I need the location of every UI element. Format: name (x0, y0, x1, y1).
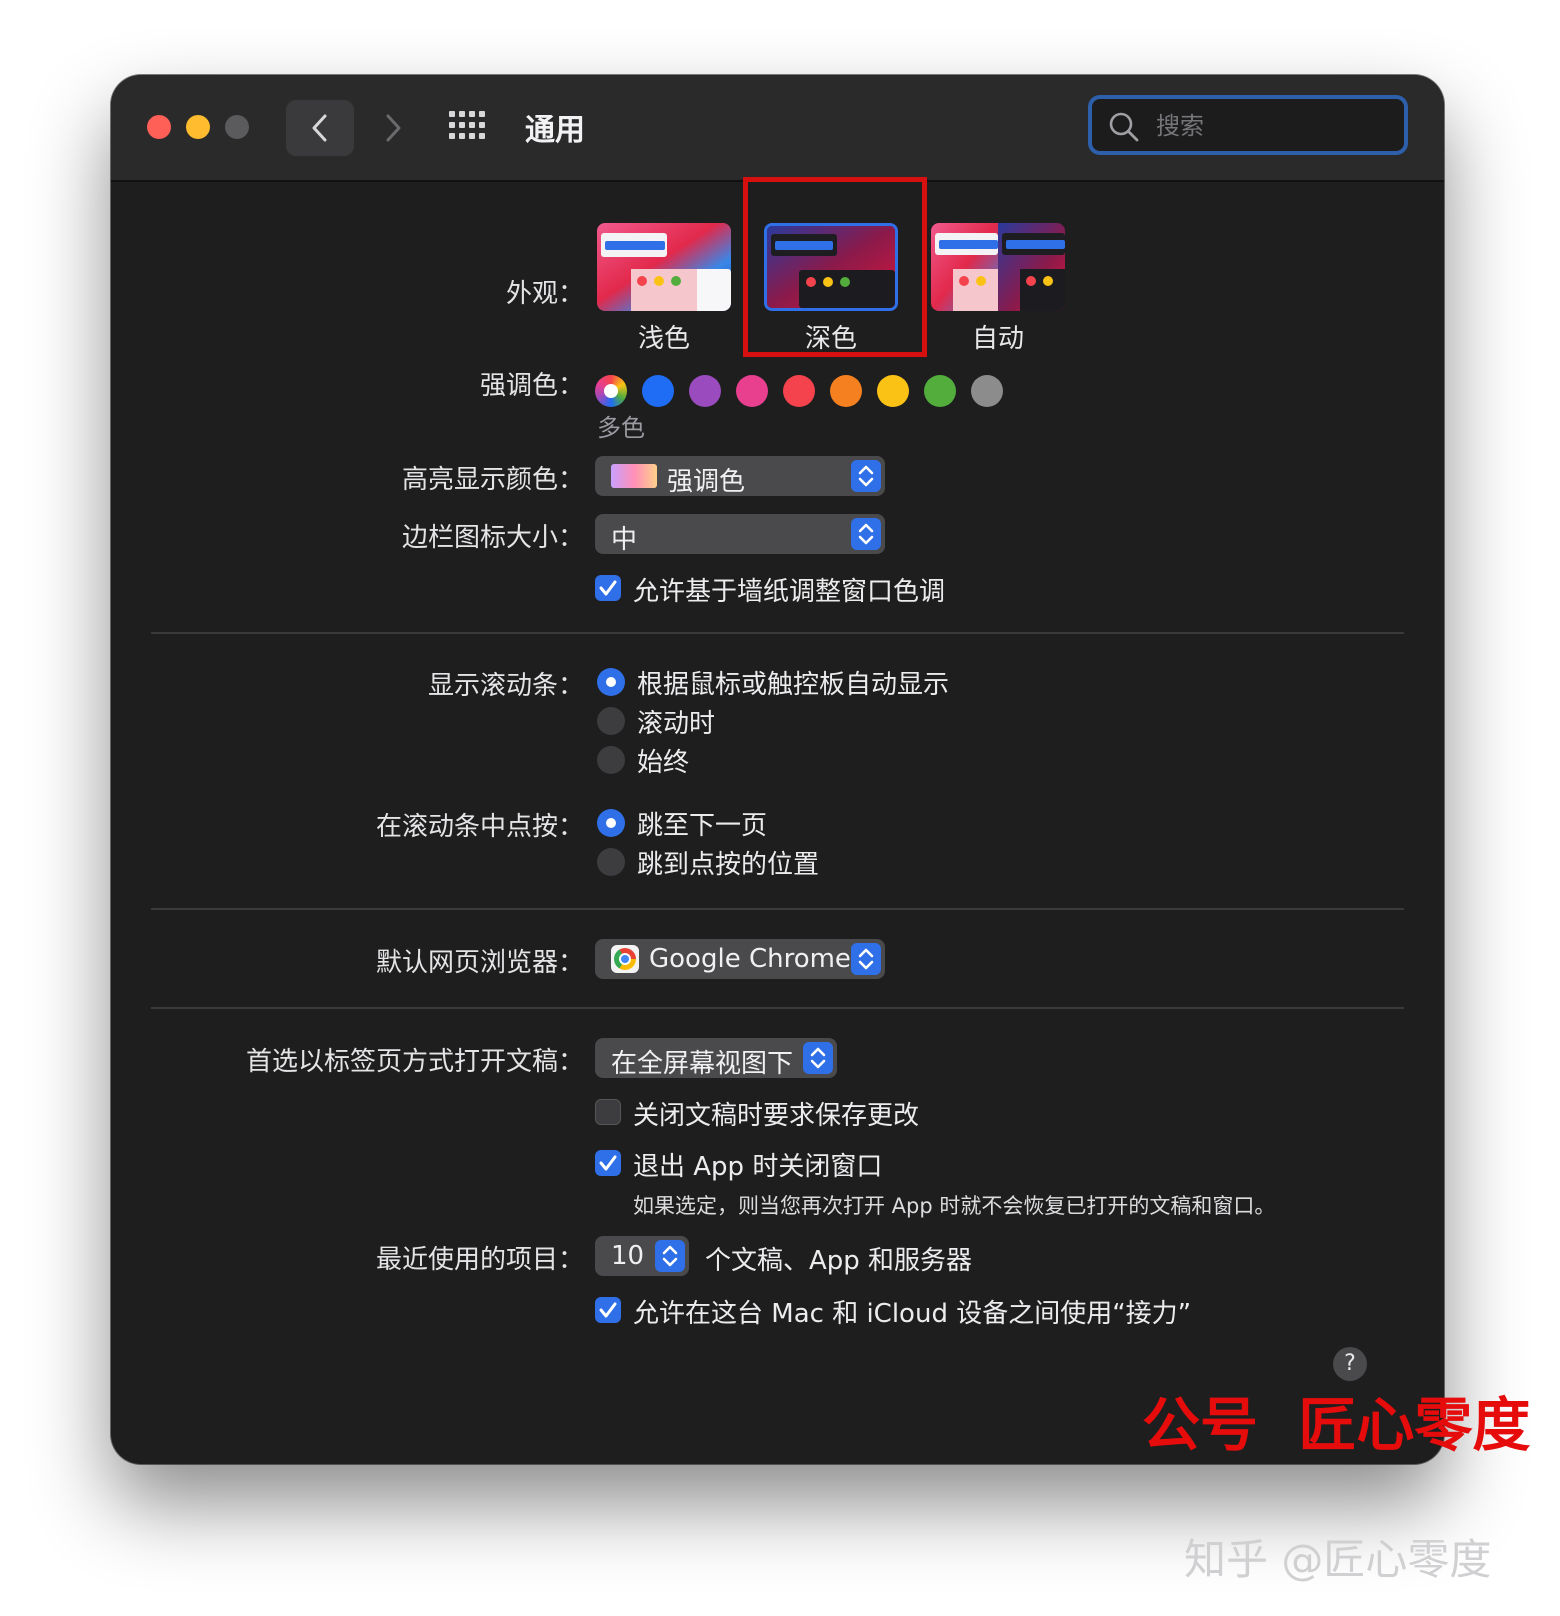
system-preferences-window: 通用 外观： 浅色 (111, 75, 1444, 1464)
accent-graphite-swatch[interactable] (971, 375, 1003, 407)
prefer-tabs-popup[interactable]: 在全屏幕视图下 (595, 1038, 837, 1079)
default-browser-value: Google Chrome (649, 944, 851, 974)
sidebar-icon-size-value: 中 (611, 525, 638, 555)
prefer-tabs-value: 在全屏幕视图下 (611, 1049, 794, 1079)
accent-orange-swatch[interactable] (830, 375, 862, 407)
recent-items-label: 最近使用的项目： (375, 1245, 584, 1275)
recent-items-value: 10 (611, 1241, 645, 1271)
close-windows-checkbox[interactable] (595, 1150, 621, 1176)
accent-multicolor-swatch[interactable] (595, 375, 627, 407)
sidebar-icon-size-popup[interactable]: 中 (595, 514, 885, 555)
close-window-button[interactable] (147, 115, 171, 139)
separator (151, 1007, 1404, 1009)
forward-button[interactable] (359, 100, 427, 156)
zhihu-watermark-text: 知乎 @匠心零度 (1184, 1535, 1492, 1584)
accent-green-swatch[interactable] (924, 375, 956, 407)
highlight-color-label: 高亮显示颜色： (401, 465, 584, 495)
sidebar-icon-size-label: 边栏图标大小： (401, 523, 584, 553)
default-browser-label: 默认网页浏览器： (375, 948, 584, 978)
click-spot-radio[interactable] (597, 848, 625, 876)
popup-stepper-icon (851, 460, 881, 492)
back-button[interactable] (286, 100, 354, 156)
separator (151, 908, 1404, 910)
accent-purple-swatch[interactable] (689, 375, 721, 407)
title-bar: 通用 (111, 75, 1444, 182)
appearance-label: 外观： (505, 279, 584, 309)
chevron-right-icon (386, 114, 401, 142)
click-next-page-radio[interactable] (597, 809, 625, 837)
wallpaper-tint-checkbox[interactable] (595, 575, 621, 601)
auto-appearance-icon (931, 223, 1065, 311)
scrollbars-always-label: 始终 (637, 748, 690, 778)
close-windows-note: 如果选定，则当您再次打开 App 时就不会恢复已打开的文稿和窗口。 (633, 1194, 1276, 1218)
accent-blue-swatch[interactable] (642, 375, 674, 407)
scrollbars-auto-label: 根据鼠标或触控板自动显示 (637, 670, 950, 700)
accent-selected-name: 多色 (597, 414, 645, 442)
show-all-grid-icon[interactable] (449, 111, 485, 139)
click-next-page-label: 跳至下一页 (637, 811, 768, 841)
ask-save-checkbox[interactable] (595, 1099, 621, 1125)
highlight-color-popup[interactable]: 强调色 (595, 456, 885, 497)
accent-color-label: 强调色： (479, 371, 584, 401)
popup-stepper-icon (851, 518, 881, 550)
wallpaper-tint-label: 允许基于墙纸调整窗口色调 (633, 577, 946, 607)
appearance-auto-thumbnail[interactable] (931, 223, 1065, 311)
accent-red-swatch[interactable] (783, 375, 815, 407)
show-scrollbars-label: 显示滚动条： (427, 671, 584, 701)
minimize-window-button[interactable] (186, 115, 210, 139)
separator (151, 632, 1404, 634)
zoom-window-button[interactable] (225, 115, 249, 139)
chrome-icon (611, 945, 639, 973)
scrollbars-always-radio[interactable] (597, 746, 625, 774)
accent-yellow-swatch[interactable] (877, 375, 909, 407)
appearance-light-label: 浅色 (637, 324, 690, 354)
checkmark-icon (599, 1302, 617, 1318)
popup-stepper-icon (803, 1042, 833, 1074)
search-field[interactable] (1088, 95, 1408, 155)
appearance-light-thumbnail[interactable] (597, 223, 731, 311)
red-watermark-text: 公号 匠心零度 (1142, 1391, 1531, 1459)
light-appearance-icon (597, 223, 731, 311)
close-windows-label: 退出 App 时关闭窗口 (633, 1152, 883, 1182)
ask-save-label: 关闭文稿时要求保存更改 (633, 1101, 920, 1131)
accent-pink-swatch[interactable] (736, 375, 768, 407)
scrollbars-scrolling-label: 滚动时 (637, 709, 716, 739)
handoff-label: 允许在这台 Mac 和 iCloud 设备之间使用“接力” (633, 1299, 1192, 1329)
default-browser-popup[interactable]: Google Chrome (595, 939, 885, 979)
checkmark-icon (599, 580, 617, 596)
click-scrollbar-label: 在滚动条中点按： (375, 812, 584, 842)
search-input[interactable] (1154, 109, 1398, 143)
highlight-color-preview (611, 464, 657, 488)
popup-stepper-icon (851, 943, 881, 975)
prefer-tabs-label: 首选以标签页方式打开文稿： (245, 1047, 584, 1077)
window-title: 通用 (525, 113, 585, 148)
popup-stepper-icon (655, 1240, 685, 1272)
scrollbars-scrolling-radio[interactable] (597, 707, 625, 735)
accent-selected-dot (604, 384, 618, 398)
scrollbars-auto-radio[interactable] (597, 668, 625, 696)
chevron-left-icon (312, 114, 327, 142)
checkmark-icon (599, 1155, 617, 1171)
appearance-auto-label: 自动 (971, 324, 1024, 354)
help-button[interactable]: ? (1333, 1347, 1367, 1381)
highlight-color-value: 强调色 (667, 467, 746, 497)
highlight-annotation-box (743, 177, 927, 357)
recent-items-popup[interactable]: 10 (595, 1236, 689, 1276)
search-icon (1109, 112, 1139, 142)
recent-items-suffix: 个文稿、App 和服务器 (705, 1246, 973, 1276)
handoff-checkbox[interactable] (595, 1297, 621, 1323)
click-spot-label: 跳到点按的位置 (637, 850, 820, 880)
